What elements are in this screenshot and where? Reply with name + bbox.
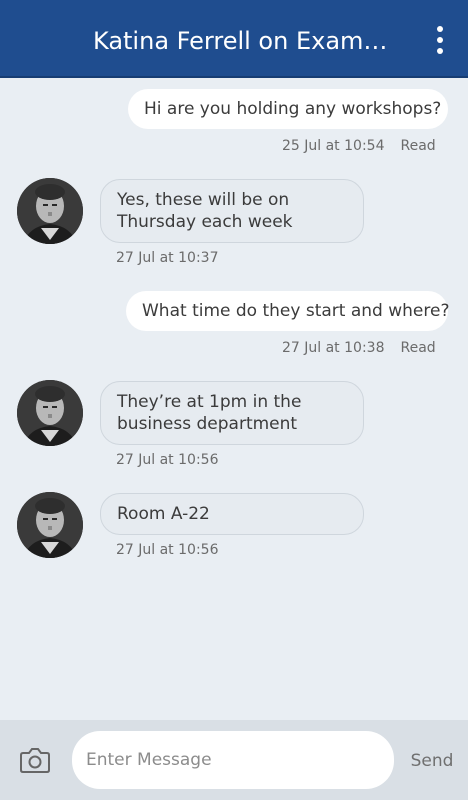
avatar-image [17,178,83,244]
avatar[interactable] [17,178,83,244]
message-timestamp: 27 Jul at 10:56 [116,452,219,468]
message-timestamp: 27 Jul at 10:38 [282,340,385,356]
more-vertical-icon[interactable] [426,24,454,56]
avatar-image [17,380,83,446]
message-bubble-outgoing: Hi are you holding any workshops? [128,89,448,129]
send-button[interactable]: Send [404,750,460,774]
message-timestamp: 25 Jul at 10:54 [282,138,385,154]
read-receipt: Read [400,138,436,154]
message-bubble-incoming: They’re at 1pm in the business departmen… [100,381,364,445]
message-timestamp: 27 Jul at 10:37 [116,250,219,266]
message-timestamp: 27 Jul at 10:56 [116,542,219,558]
message-list: Hi are you holding any workshops? 25 Jul… [0,80,468,720]
avatar[interactable] [17,492,83,558]
message-bubble-outgoing: What time do they start and where? [126,291,449,331]
camera-icon[interactable] [18,745,52,775]
message-meta: 25 Jul at 10:54 Read [282,137,436,155]
avatar-image [17,492,83,558]
message-input[interactable] [72,731,394,789]
message-bubble-incoming: Yes, these will be on Thursday each week [100,179,364,243]
chat-screen: Katina Ferrell on Exam… Hi are you holdi… [0,0,468,800]
read-receipt: Read [400,340,436,356]
app-header: Katina Ferrell on Exam… [0,0,468,78]
conversation-title: Katina Ferrell on Exam… [93,27,388,55]
message-meta: 27 Jul at 10:38 Read [282,339,436,357]
avatar[interactable] [17,380,83,446]
message-bubble-incoming: Room A-22 [100,493,364,535]
